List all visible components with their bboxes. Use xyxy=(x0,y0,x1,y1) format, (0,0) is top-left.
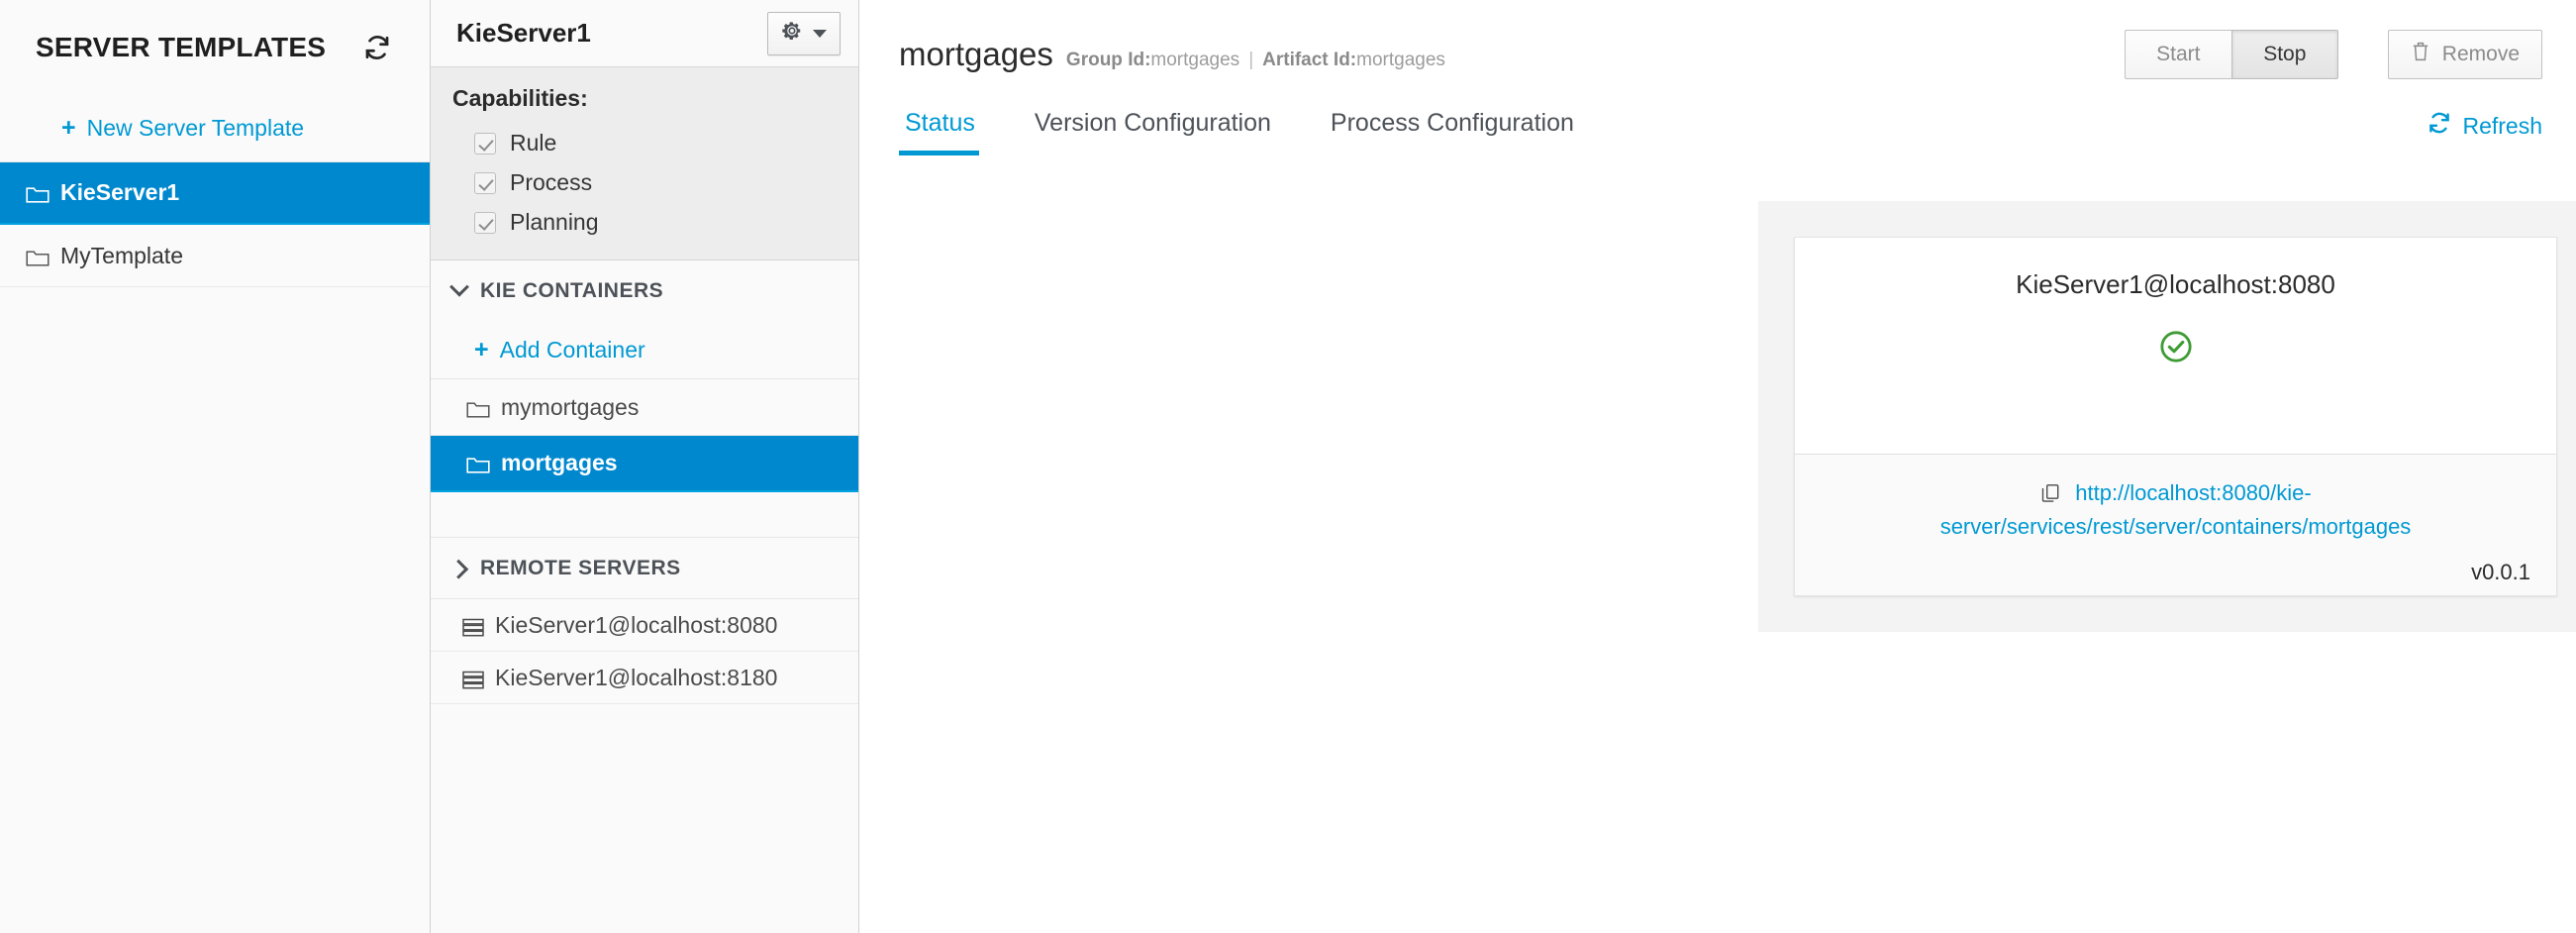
start-button[interactable]: Start xyxy=(2124,30,2231,79)
container-name: mortgages xyxy=(899,36,1053,72)
header-actions: Start Stop Remove xyxy=(2124,30,2542,79)
refresh-label: Refresh xyxy=(2462,112,2542,139)
folder-icon xyxy=(26,247,50,265)
kie-containers-label: KIE CONTAINERS xyxy=(480,278,664,302)
server-status-cards-panel: KieServer1@localhost:8080 http://localho… xyxy=(1758,201,2576,632)
refresh-button[interactable]: Refresh xyxy=(2427,109,2542,141)
remove-label: Remove xyxy=(2441,43,2520,65)
tab-status[interactable]: Status xyxy=(899,109,1005,156)
kie-containers-section-header[interactable]: KIE CONTAINERS xyxy=(431,260,858,322)
card-body: KieServer1@localhost:8080 xyxy=(1795,238,2556,454)
meta-separator: | xyxy=(1248,50,1254,70)
check-circle-icon xyxy=(2159,330,2193,368)
capability-planning[interactable]: Planning xyxy=(474,209,858,236)
refresh-icon xyxy=(2427,111,2451,141)
tab-process-configuration[interactable]: Process Configuration xyxy=(1301,109,1604,156)
container-coordinates: Group Id:mortgages | Artifact Id:mortgages xyxy=(1066,50,1445,71)
container-list-spacer xyxy=(431,492,858,538)
card-url-line: http://localhost:8080/kie-server/service… xyxy=(1819,478,2532,541)
container-title-block: mortgages Group Id:mortgages | Artifact Id… xyxy=(899,36,1445,73)
capability-label: Rule xyxy=(510,130,557,156)
remote-servers-section-header[interactable]: REMOTE SERVERS xyxy=(431,538,858,599)
server-icon xyxy=(462,616,484,636)
sidebar-item-label: MyTemplate xyxy=(60,242,183,268)
settings-dropdown-button[interactable] xyxy=(767,11,841,55)
midpanel-header: KieServer1 xyxy=(431,0,858,67)
chevron-down-icon xyxy=(449,276,469,297)
sidebar-item-label: KieServer1 xyxy=(60,179,180,205)
folder-icon xyxy=(26,183,50,203)
midpanel-title: KieServer1 xyxy=(456,18,591,48)
container-item-mortgages[interactable]: mortgages xyxy=(431,436,858,492)
chevron-down-icon xyxy=(813,29,827,38)
add-container-row: + Add Container xyxy=(431,322,858,379)
checkbox-icon[interactable] xyxy=(474,171,496,194)
sidebar-item-mytemplate[interactable]: MyTemplate xyxy=(0,225,430,287)
trash-icon xyxy=(2411,41,2430,68)
server-template-detail-panel: KieServer1 Capabilities: Rule Process Pl… xyxy=(431,0,859,933)
plus-icon: + xyxy=(61,114,76,142)
remote-server-label: KieServer1@localhost:8080 xyxy=(495,611,778,638)
capabilities-section: Capabilities: Rule Process Planning xyxy=(431,67,858,260)
add-container-button[interactable]: + Add Container xyxy=(474,337,645,363)
tab-version-configuration[interactable]: Version Configuration xyxy=(1005,109,1301,156)
card-server-name: KieServer1@localhost:8080 xyxy=(2016,269,2335,299)
artifact-id-value: mortgages xyxy=(1356,50,1445,70)
folder-icon xyxy=(466,454,490,473)
container-item-label: mymortgages xyxy=(501,393,640,420)
remove-button[interactable]: Remove xyxy=(2387,30,2542,79)
capability-label: Planning xyxy=(510,209,599,235)
app-root: SERVER TEMPLATES + New Server Template K… xyxy=(0,0,2576,933)
new-server-template-button[interactable]: + New Server Template xyxy=(61,115,304,142)
sidebar-item-kieserver1[interactable]: KieServer1 xyxy=(0,162,430,225)
server-status-card: KieServer1@localhost:8080 http://localho… xyxy=(1794,237,2557,596)
server-icon xyxy=(462,669,484,688)
add-container-label: Add Container xyxy=(499,337,645,363)
new-server-template-label: New Server Template xyxy=(86,115,305,141)
start-stop-button-group: Start Stop xyxy=(2124,30,2338,79)
container-item-label: mortgages xyxy=(501,450,618,475)
checkbox-icon[interactable] xyxy=(474,211,496,234)
copy-icon[interactable] xyxy=(2039,482,2061,512)
refresh-icon[interactable] xyxy=(360,31,394,64)
sidebar-header: SERVER TEMPLATES xyxy=(0,0,430,95)
group-id-label: Group Id: xyxy=(1065,50,1151,70)
container-item-mymortgages[interactable]: mymortgages xyxy=(431,379,858,436)
card-url-link[interactable]: http://localhost:8080/kie-server/service… xyxy=(1940,480,2412,539)
checkbox-icon[interactable] xyxy=(474,132,496,155)
capability-rule[interactable]: Rule xyxy=(474,130,858,156)
tab-bar: Status Version Configuration Process Con… xyxy=(859,109,2576,164)
group-id-value: mortgages xyxy=(1150,50,1240,70)
server-templates-sidebar: SERVER TEMPLATES + New Server Template K… xyxy=(0,0,431,933)
plus-icon: + xyxy=(474,336,489,363)
page-title: SERVER TEMPLATES xyxy=(36,32,327,62)
remote-server-item-8180[interactable]: KieServer1@localhost:8180 xyxy=(431,652,858,704)
new-server-template-row: + New Server Template xyxy=(0,95,430,162)
chevron-right-icon xyxy=(448,559,469,579)
capabilities-label: Capabilities: xyxy=(452,85,588,111)
midpanel-filler xyxy=(431,704,858,933)
gear-icon xyxy=(781,20,803,47)
remote-servers-label: REMOTE SERVERS xyxy=(480,556,681,579)
capability-process[interactable]: Process xyxy=(474,169,858,196)
folder-icon xyxy=(466,398,490,417)
artifact-id-label: Artifact Id: xyxy=(1262,50,1357,70)
main-content: mortgages Group Id:mortgages | Artifact Id… xyxy=(859,0,2576,933)
remote-server-item-8080[interactable]: KieServer1@localhost:8080 xyxy=(431,599,858,652)
card-footer: http://localhost:8080/kie-server/service… xyxy=(1795,454,2556,595)
stop-button[interactable]: Stop xyxy=(2230,30,2338,79)
remote-server-label: KieServer1@localhost:8180 xyxy=(495,664,778,690)
tab-bar-underline xyxy=(899,162,2542,164)
capability-label: Process xyxy=(510,169,593,195)
card-version: v0.0.1 xyxy=(2471,560,2530,584)
tab-list: Status Version Configuration Process Con… xyxy=(899,109,1604,156)
container-header: mortgages Group Id:mortgages | Artifact Id… xyxy=(859,0,2576,109)
